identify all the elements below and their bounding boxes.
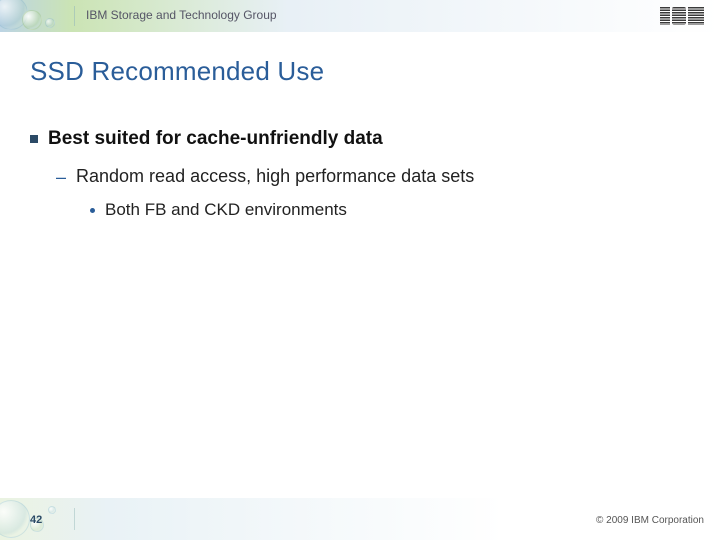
header-banner: IBM Storage and Technology Group [0,0,720,32]
decoration-divider [74,6,75,26]
slide-number: 42 [30,514,42,526]
bullet-l3-text: Both FB and CKD environments [105,200,347,220]
bullet-level-3: Both FB and CKD environments [90,200,347,220]
decoration-bubble [45,18,55,28]
header-org-name: IBM Storage and Technology Group [86,8,277,22]
slide: IBM Storage and Technology Group [0,0,720,540]
dot-bullet-icon [90,208,95,213]
square-bullet-icon [30,135,38,143]
dash-bullet-icon: – [56,166,66,188]
decoration-bubble [0,500,30,538]
copyright-text: © 2009 IBM Corporation [596,515,704,526]
decoration-divider [74,508,75,530]
bullet-l2-text: Random read access, high performance dat… [76,166,474,187]
decoration-bubble [48,506,56,514]
bullet-level-1: Best suited for cache-unfriendly data [30,128,383,150]
bullet-l1-text: Best suited for cache-unfriendly data [48,128,383,150]
slide-title: SSD Recommended Use [30,56,324,87]
footer-bar: 42 © 2009 IBM Corporation [0,498,720,540]
ibm-logo-icon [658,6,706,26]
bullet-level-2: – Random read access, high performance d… [56,166,474,188]
decoration-bubble [22,10,42,30]
